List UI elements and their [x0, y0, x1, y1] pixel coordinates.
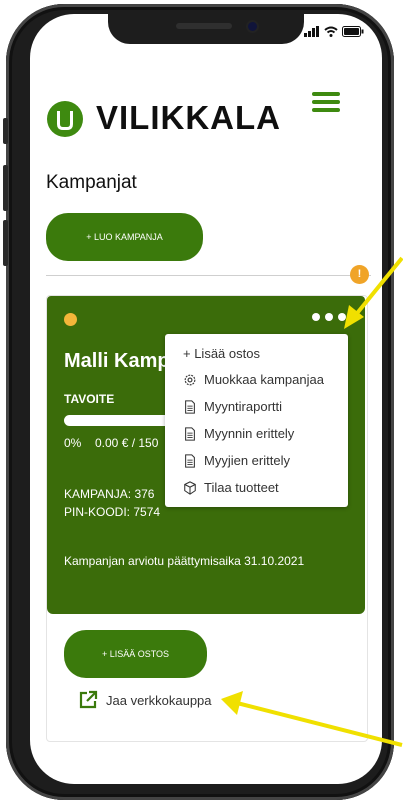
pin-code: PIN-KOODI: 7574 — [64, 505, 161, 519]
battery-icon — [342, 26, 364, 37]
menu-item-label: Myyntiraportti — [204, 399, 283, 414]
campaign-end-date: Kampanjan arviotu päättymisaika 31.10.20… — [64, 554, 305, 568]
side-button — [3, 165, 8, 211]
share-webshop-label: Jaa verkkokauppa — [106, 692, 212, 708]
menu-item-label: Tilaa tuotteet — [204, 480, 279, 495]
share-webshop-link[interactable]: Jaa verkkokauppa — [78, 690, 212, 710]
document-icon — [185, 399, 195, 414]
logo-icon — [47, 101, 83, 137]
add-purchase-button[interactable]: + LISÄÄ OSTOS — [64, 630, 207, 678]
campaign-id: KAMPANJA: 376 — [64, 487, 155, 501]
menu-item-add-purchase[interactable]: + Lisää ostos — [183, 346, 260, 361]
menu-item-sales-report[interactable]: Myyntiraportti — [183, 399, 282, 414]
menu-item-order-products[interactable]: Tilaa tuotteet — [183, 480, 279, 495]
create-campaign-button[interactable]: + LUO KAMPANJA — [46, 213, 203, 261]
hamburger-icon[interactable] — [312, 92, 340, 112]
notch — [108, 14, 304, 44]
gear-icon — [184, 374, 196, 385]
signal-icon — [304, 26, 319, 37]
wifi-icon — [324, 26, 338, 37]
menu-item-label: Myynnin erittely — [204, 426, 295, 441]
goal-label: TAVOITE — [64, 392, 115, 406]
external-link-icon — [79, 690, 98, 709]
camera-icon — [248, 22, 257, 31]
menu-item-label: Myyjien erittely — [204, 453, 290, 468]
progress-percent: 0% — [64, 436, 82, 450]
speaker — [176, 23, 232, 29]
page-title: Kampanjat — [46, 172, 137, 193]
campaign-name: Malli Kamp — [64, 350, 170, 372]
menu-item-sellers-breakdown[interactable]: Myyjien erittely — [183, 453, 290, 468]
document-icon — [185, 453, 195, 468]
side-button — [3, 220, 8, 266]
menu-item-sales-breakdown[interactable]: Myynnin erittely — [183, 426, 294, 441]
progress-amount: 0.00 € / 150 — [95, 436, 159, 450]
annotation-arrow-icon — [221, 691, 403, 747]
status-dot — [64, 313, 77, 326]
side-button — [3, 118, 8, 144]
box-icon — [184, 480, 196, 495]
menu-item-label: Muokkaa kampanjaa — [204, 372, 324, 387]
options-menu: + Lisää ostos Muokkaa kampanjaa Myyntira… — [165, 334, 348, 507]
annotation-arrow-icon — [344, 256, 403, 329]
brand-name: VILIKKALA — [96, 99, 281, 136]
menu-item-edit-campaign[interactable]: Muokkaa kampanjaa — [183, 372, 324, 387]
document-icon — [185, 426, 195, 441]
divider — [46, 275, 371, 276]
status-bar — [304, 26, 364, 37]
menu-item-label: + Lisää ostos — [183, 346, 260, 361]
